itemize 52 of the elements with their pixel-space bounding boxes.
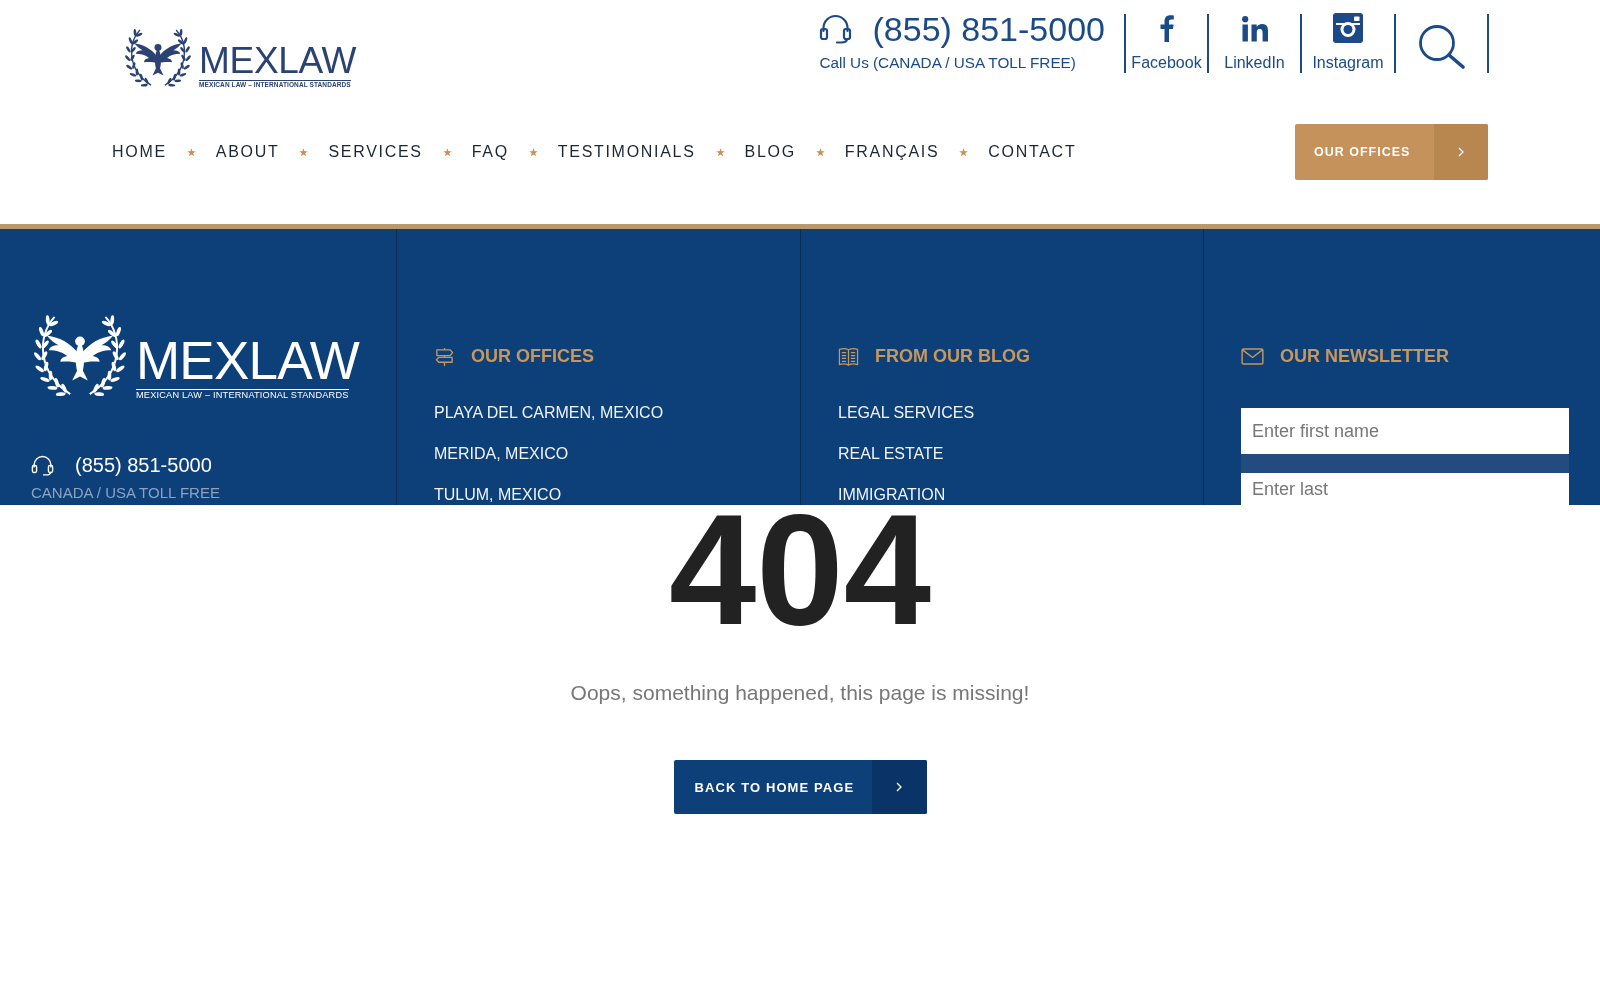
eagle-emblem-icon [122, 28, 194, 88]
linkedin-icon [1241, 16, 1268, 42]
error-code: 404 [669, 511, 931, 629]
eagle-emblem-icon [31, 314, 129, 398]
input-field[interactable]: Enter first name [1241, 408, 1569, 454]
star-icon [815, 147, 825, 157]
nav-link[interactable]: ABOUT [215, 142, 280, 162]
column-heading: OUR NEWSLETTER [1280, 345, 1449, 368]
envelope-icon [1241, 347, 1264, 365]
chevron-right-icon [1458, 147, 1464, 157]
facebook-icon [1159, 14, 1174, 42]
star-icon [186, 147, 196, 157]
logo-wordmark: MEXLAW [199, 42, 357, 79]
star-icon [442, 147, 452, 157]
chevron-right-icon [896, 782, 902, 792]
nav-link[interactable]: CONTACT [988, 142, 1077, 162]
footer-link[interactable]: MERIDA, MEXICO [434, 444, 569, 464]
toll-free-note: Call Us (CANADA / USA TOLL FREE) [819, 54, 1077, 72]
star-icon [528, 147, 538, 157]
toll-free-note: CANADA / USA TOLL FREE [31, 484, 220, 502]
social-link[interactable]: Instagram [1302, 14, 1394, 73]
star-icon [715, 147, 725, 157]
star-icon [299, 147, 309, 157]
social-link[interactable]: LinkedIn [1209, 14, 1300, 73]
footer-link[interactable]: TULUM, MEXICO [434, 485, 562, 505]
headset-icon [819, 14, 853, 44]
headset-icon [31, 454, 54, 476]
search-icon [1418, 24, 1465, 69]
back-home-button[interactable]: BACK TO HOME PAGE [673, 760, 927, 814]
social-link[interactable]: Facebook [1126, 14, 1207, 73]
book-icon [838, 345, 859, 367]
logo-wordmark: MEXLAW [136, 334, 359, 387]
phone-link[interactable]: (855) 851-5000 [872, 11, 1105, 47]
nav-link[interactable]: BLOG [744, 142, 796, 162]
star-icon [959, 147, 969, 157]
input-field[interactable]: Enter last [1241, 473, 1569, 505]
nav-link[interactable]: TESTIMONIALS [557, 142, 696, 162]
logo-tagline: MEXICAN LAW – INTERNATIONAL STANDARDS [136, 389, 349, 401]
column-heading: FROM OUR BLOG [875, 345, 1030, 368]
footer-link[interactable]: IMMIGRATION [838, 485, 946, 505]
footer-link[interactable]: PLAYA DEL CARMEN, MEXICO [434, 403, 664, 423]
nav-link[interactable]: HOME [112, 142, 167, 162]
footer-link[interactable]: LEGAL SERVICES [838, 403, 975, 423]
nav-link[interactable]: SERVICES [328, 142, 423, 162]
nav-link[interactable]: FAQ [471, 142, 509, 162]
footer-link[interactable]: REAL ESTATE [838, 444, 944, 464]
nav-link[interactable]: FRANÇAIS [844, 142, 940, 162]
signpost-icon [434, 345, 455, 367]
instagram-icon [1333, 13, 1363, 43]
column-heading: OUR OFFICES [471, 345, 594, 368]
phone-link[interactable]: (855) 851-5000 [75, 454, 212, 476]
error-message: Oops, something happened, this page is missing! [570, 680, 1030, 706]
